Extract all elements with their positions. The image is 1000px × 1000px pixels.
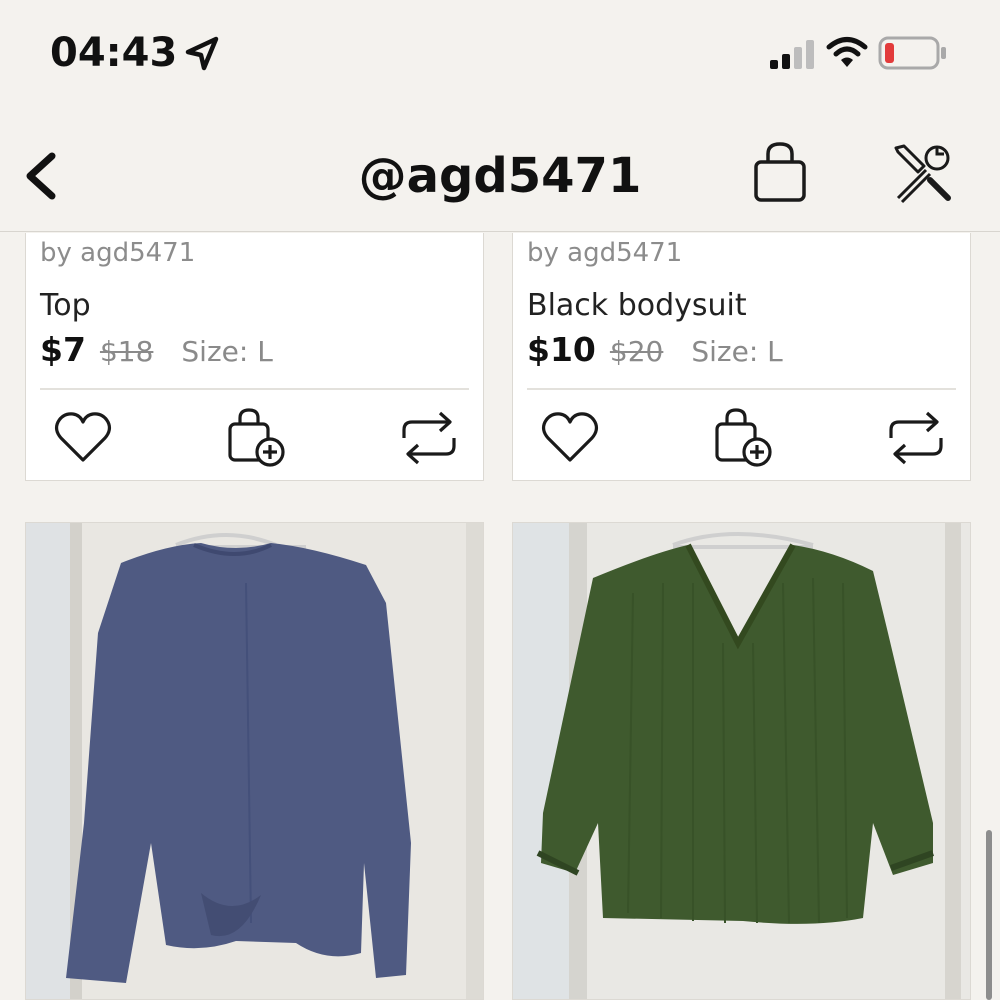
blue-top-image — [26, 523, 483, 999]
repost-icon[interactable] — [885, 408, 947, 468]
scrollbar[interactable] — [986, 830, 992, 1000]
listing-grid: by agd5471 Top $7 $18 Size: L by agd5471… — [0, 233, 1000, 1000]
listing-title[interactable]: Top — [40, 288, 91, 323]
listing-card[interactable]: by agd5471 Top $7 $18 Size: L — [25, 233, 484, 481]
listing-price: $7 — [40, 330, 86, 369]
add-to-bag-icon[interactable] — [713, 408, 775, 468]
price-row: $7 $18 Size: L — [40, 330, 273, 369]
seller-line[interactable]: by agd5471 — [527, 238, 682, 268]
divider — [527, 388, 956, 390]
listing-photo[interactable] — [512, 522, 971, 1000]
original-price: $18 — [99, 335, 154, 368]
wifi-icon — [826, 37, 868, 67]
page-title: @agd5471 — [358, 148, 642, 204]
battery-icon — [878, 36, 946, 70]
repost-icon[interactable] — [398, 408, 460, 468]
listing-card[interactable]: by agd5471 Black bodysuit $10 $20 Size: … — [512, 233, 971, 481]
shopping-bag-icon[interactable] — [748, 140, 812, 206]
listing-price: $10 — [527, 330, 596, 369]
wrench-screwdriver-icon[interactable] — [890, 140, 956, 206]
original-price: $20 — [609, 335, 664, 368]
location-arrow-icon — [185, 36, 219, 71]
heart-icon[interactable] — [539, 408, 601, 468]
price-row: $10 $20 Size: L — [527, 330, 783, 369]
listing-title[interactable]: Black bodysuit — [527, 288, 747, 323]
divider — [40, 388, 469, 390]
add-to-bag-icon[interactable] — [226, 408, 288, 468]
green-blouse-image — [513, 523, 970, 999]
heart-icon[interactable] — [52, 408, 114, 468]
nav-bar: @agd5471 — [0, 110, 1000, 232]
status-bar: 04:43 — [0, 0, 1000, 110]
size-label: Size: L — [181, 335, 273, 368]
size-label: Size: L — [691, 335, 783, 368]
seller-line[interactable]: by agd5471 — [40, 238, 195, 268]
listing-photo[interactable] — [25, 522, 484, 1000]
status-time: 04:43 — [50, 30, 178, 76]
signal-icon — [770, 40, 814, 69]
